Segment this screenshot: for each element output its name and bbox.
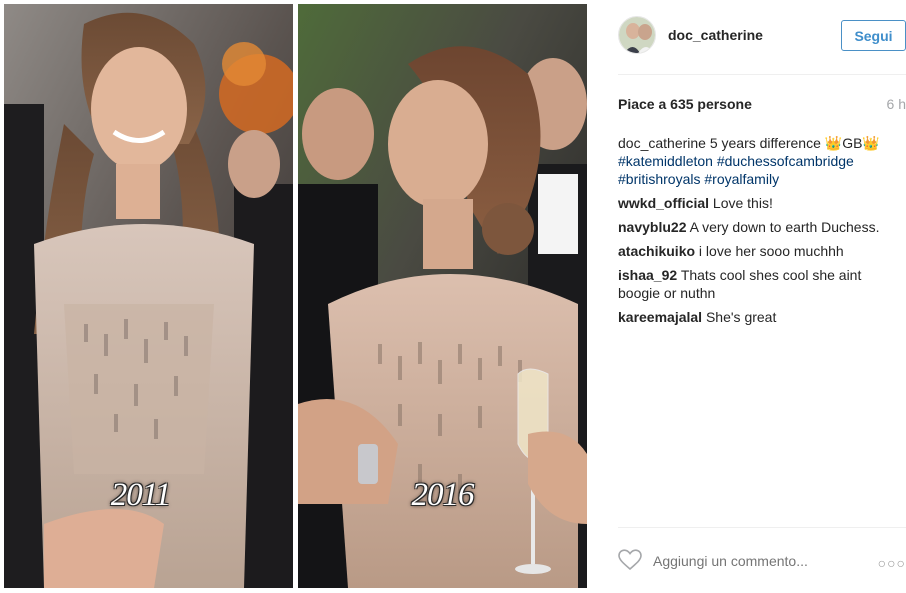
post-sidebar: doc_catherine Segui Piace a 635 persone … — [600, 0, 906, 593]
comment: wwkd_official Love this! — [618, 194, 904, 212]
post-photo[interactable]: 2011 2016 — [4, 4, 587, 588]
heart-icon[interactable] — [618, 549, 642, 571]
divider — [618, 74, 906, 75]
comments-list: doc_catherine 5 years difference 👑GB👑 #k… — [618, 134, 904, 332]
post-header: doc_catherine Segui — [600, 0, 906, 74]
instagram-post: 2011 2016 doc_catherine Segui Piace a 63… — [0, 0, 906, 593]
caption-text: 5 years difference — [709, 135, 821, 151]
photo-panel-2016: 2016 — [298, 4, 587, 588]
comment-text: She's great — [705, 309, 777, 325]
caption-username[interactable]: doc_catherine — [618, 135, 706, 151]
comment: ishaa_92 Thats cool shes cool she aint b… — [618, 266, 904, 302]
comment-username[interactable]: wwkd_official — [618, 195, 709, 211]
comment-text: Love this! — [712, 195, 773, 211]
comment-text: A very down to earth Duchess. — [689, 219, 880, 235]
comment-username[interactable]: atachikuiko — [618, 243, 695, 259]
caption-emoji: 👑GB👑 — [824, 135, 880, 151]
hashtag[interactable]: #duchessofcambridge — [717, 153, 854, 169]
add-comment-input[interactable] — [653, 553, 863, 569]
post-time[interactable]: 6 h — [887, 96, 906, 112]
avatar[interactable] — [618, 16, 656, 54]
avatar-image — [619, 17, 655, 53]
comment: atachikuiko i love her sooo muchhh — [618, 242, 904, 260]
likes-row: Piace a 635 persone 6 h — [618, 96, 906, 112]
comment-username[interactable]: kareemajalal — [618, 309, 702, 325]
comment-text: i love her sooo muchhh — [698, 243, 844, 259]
post-footer: ○○○ — [618, 545, 906, 579]
likes-count[interactable]: Piace a 635 persone — [618, 96, 752, 112]
divider — [618, 527, 906, 528]
comment-username[interactable]: ishaa_92 — [618, 267, 677, 283]
comment: navyblu22 A very down to earth Duchess. — [618, 218, 904, 236]
caption: doc_catherine 5 years difference 👑GB👑 #k… — [618, 134, 904, 188]
comment: kareemajalal She's great — [618, 308, 904, 326]
hashtag[interactable]: #royalfamily — [704, 171, 779, 187]
hashtag[interactable]: #britishroyals — [618, 171, 700, 187]
more-options-icon[interactable]: ○○○ — [878, 555, 906, 571]
photo-panel-2011: 2011 — [4, 4, 293, 588]
year-label-2016: 2016 — [411, 477, 475, 513]
hashtag[interactable]: #katemiddleton — [618, 153, 713, 169]
username[interactable]: doc_catherine — [668, 27, 763, 43]
year-label-2011: 2011 — [110, 477, 172, 513]
follow-button[interactable]: Segui — [841, 20, 906, 51]
comment-username[interactable]: navyblu22 — [618, 219, 686, 235]
